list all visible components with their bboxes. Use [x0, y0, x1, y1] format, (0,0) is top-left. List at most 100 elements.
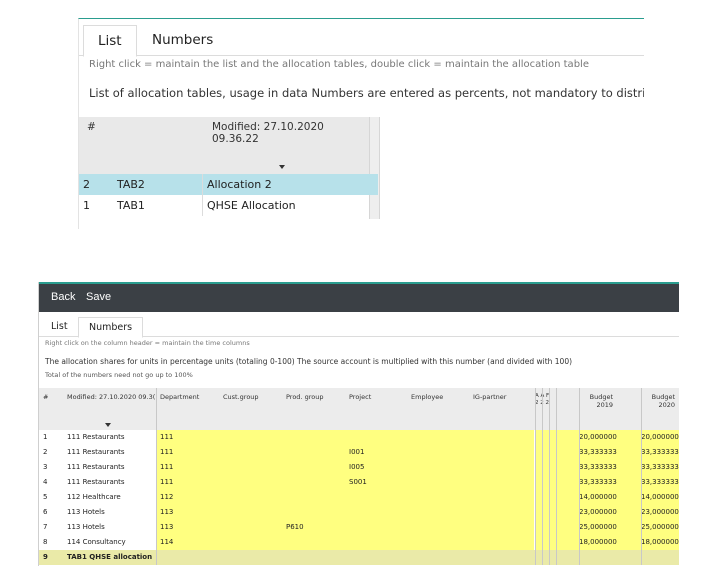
- cell-budget-2019[interactable]: 33,333333: [579, 445, 617, 460]
- cell-department[interactable]: 111: [160, 460, 173, 475]
- table-row[interactable]: 5 112 Healthcare 112 14,000000 14,000000: [39, 490, 679, 505]
- row-number[interactable]: 1: [43, 430, 47, 445]
- column-divider: [549, 388, 550, 565]
- column-header-budget-2020[interactable]: Budget 2020: [641, 393, 675, 409]
- tab-list[interactable]: List: [83, 25, 137, 57]
- column-header-prod-group[interactable]: Prod. group: [286, 393, 323, 401]
- budget-header-line: Budget: [651, 393, 675, 401]
- cell-project[interactable]: I001: [349, 445, 364, 460]
- cell-highlight: [156, 520, 534, 535]
- row-number[interactable]: 7: [43, 520, 47, 535]
- cell-department[interactable]: 113: [160, 505, 173, 520]
- cell-budget-2019[interactable]: 33,333333: [579, 475, 617, 490]
- table-header[interactable]: # Modified: 27.10.2020 09.36.22: [79, 117, 369, 174]
- column-divider: [156, 388, 157, 565]
- tab-numbers[interactable]: Numbers: [152, 25, 213, 55]
- column-header-employee[interactable]: Employee: [411, 393, 443, 401]
- table-row[interactable]: 1 TAB1 QHSE Allocation: [79, 195, 378, 216]
- column-divider: [556, 388, 557, 565]
- cell-budget-2020[interactable]: 33,333333: [641, 445, 679, 460]
- cell-project[interactable]: S001: [349, 475, 367, 490]
- column-header-modified[interactable]: Modified: 27.10.2020 09.3(: [67, 393, 156, 401]
- cell-budget-2020[interactable]: 14,000000: [641, 490, 679, 505]
- table-row[interactable]: 2 TAB2 Allocation 2: [79, 174, 378, 195]
- row-unit[interactable]: 113 Hotels: [67, 505, 105, 520]
- cell-budget-2020[interactable]: 20,000000: [641, 430, 679, 445]
- row-number[interactable]: 5: [43, 490, 47, 505]
- cell-department[interactable]: 112: [160, 490, 173, 505]
- column-header-ig-partner[interactable]: IG-partner: [473, 393, 506, 401]
- cell-highlight: [156, 475, 534, 490]
- cell-budget-2019[interactable]: 18,000000: [579, 535, 617, 550]
- row-unit[interactable]: 111 Restaurants: [67, 430, 125, 445]
- cell-budget-2019[interactable]: 25,000000: [579, 520, 617, 535]
- cell-department[interactable]: 111: [160, 445, 173, 460]
- table-row[interactable]: 1 111 Restaurants 111 20,000000 20,000000: [39, 430, 679, 445]
- budget-header-line: Budget: [589, 393, 613, 401]
- table-row[interactable]: 2 111 Restaurants 111 I001 33,333333 33,33333…: [39, 445, 679, 460]
- cell-budget-2020[interactable]: 23,000000: [641, 505, 679, 520]
- row-code: TAB2: [117, 178, 145, 191]
- grid-header[interactable]: # Modified: 27.10.2020 09.3( Department …: [39, 388, 679, 430]
- back-button[interactable]: Back: [51, 291, 75, 303]
- budget-header-line: 2020: [658, 401, 675, 409]
- cell-budget-2019[interactable]: 14,000000: [579, 490, 617, 505]
- column-header-modified[interactable]: Modified: 27.10.2020 09.36.22: [212, 121, 369, 145]
- table-row[interactable]: 4 111 Restaurants 111 S001 33,333333 33,33333…: [39, 475, 679, 490]
- summary-label: TAB1 QHSE allocation: [67, 553, 153, 561]
- cell-budget-2020[interactable]: 33,333333: [641, 460, 679, 475]
- usage-hint: Right click = maintain the list and the …: [89, 59, 589, 70]
- table-row[interactable]: 6 113 Hotels 113 23,000000 23,000000: [39, 505, 679, 520]
- row-unit[interactable]: 112 Healthcare: [67, 490, 121, 505]
- cell-budget-2020[interactable]: 33,333333: [641, 475, 679, 490]
- cell-budget-2020[interactable]: 18,000000: [641, 535, 679, 550]
- table-row[interactable]: 7 113 Hotels 113 P610 25,000000 25,000000: [39, 520, 679, 535]
- sort-down-icon[interactable]: [279, 165, 285, 169]
- column-divider: [535, 388, 536, 565]
- cell-highlight: [156, 505, 534, 520]
- row-name: QHSE Allocation: [207, 199, 296, 212]
- table-row[interactable]: 3 111 Restaurants 111 I005 33,333333 33,33333…: [39, 460, 679, 475]
- column-header-project[interactable]: Project: [349, 393, 371, 401]
- cell-highlight: [156, 430, 534, 445]
- cell-department[interactable]: 114: [160, 535, 173, 550]
- row-unit[interactable]: 111 Restaurants: [67, 460, 125, 475]
- row-unit[interactable]: 114 Consultancy: [67, 535, 126, 550]
- column-header-budget-2019[interactable]: Budget 2019: [579, 393, 613, 409]
- row-number[interactable]: 6: [43, 505, 47, 520]
- summary-number: 9: [43, 553, 48, 561]
- row-unit[interactable]: 111 Restaurants: [67, 475, 125, 490]
- row-number[interactable]: 8: [43, 535, 47, 550]
- cell-budget-2019[interactable]: 20,000000: [579, 430, 617, 445]
- tab-numbers[interactable]: Numbers: [78, 317, 144, 338]
- cell-budget-2019[interactable]: 33,333333: [579, 460, 617, 475]
- table-row[interactable]: 8 114 Consultancy 114 18,000000 18,000000: [39, 535, 679, 550]
- cell-budget-2020[interactable]: 25,000000: [641, 520, 679, 535]
- row-number: 2: [83, 178, 90, 191]
- column-header-cust-group[interactable]: Cust.group: [223, 393, 259, 401]
- row-unit[interactable]: 113 Hotels: [67, 520, 105, 535]
- column-header-department[interactable]: Department: [160, 393, 199, 401]
- row-unit[interactable]: 111 Restaurants: [67, 445, 125, 460]
- row-number[interactable]: 2: [43, 445, 47, 460]
- summary-row[interactable]: 9 TAB1 QHSE allocation: [39, 550, 679, 565]
- row-number[interactable]: 4: [43, 475, 47, 490]
- row-number[interactable]: 3: [43, 460, 47, 475]
- cell-prod-group[interactable]: P610: [286, 520, 304, 535]
- allocation-numbers-panel: Back Save List Numbers Right click on th…: [38, 282, 679, 566]
- cell-department[interactable]: 113: [160, 520, 173, 535]
- total-note: Total of the numbers need not go up to 1…: [45, 371, 193, 379]
- sort-down-icon[interactable]: [105, 423, 111, 427]
- budget-header-line: 2019: [596, 401, 613, 409]
- cell-highlight: [156, 445, 534, 460]
- cell-project[interactable]: I005: [349, 460, 364, 475]
- cell-budget-2019[interactable]: 23,000000: [579, 505, 617, 520]
- save-button[interactable]: Save: [86, 291, 111, 303]
- column-header-number[interactable]: #: [87, 121, 96, 133]
- allocation-table: # Modified: 27.10.2020 09.36.22 2 TAB2 A…: [79, 117, 380, 227]
- column-header-number[interactable]: #: [43, 393, 48, 401]
- tab-list[interactable]: List: [51, 317, 68, 336]
- allocation-list-panel: List Numbers Right click = maintain the …: [78, 18, 644, 229]
- cell-department[interactable]: 111: [160, 475, 173, 490]
- cell-department[interactable]: 111: [160, 430, 173, 445]
